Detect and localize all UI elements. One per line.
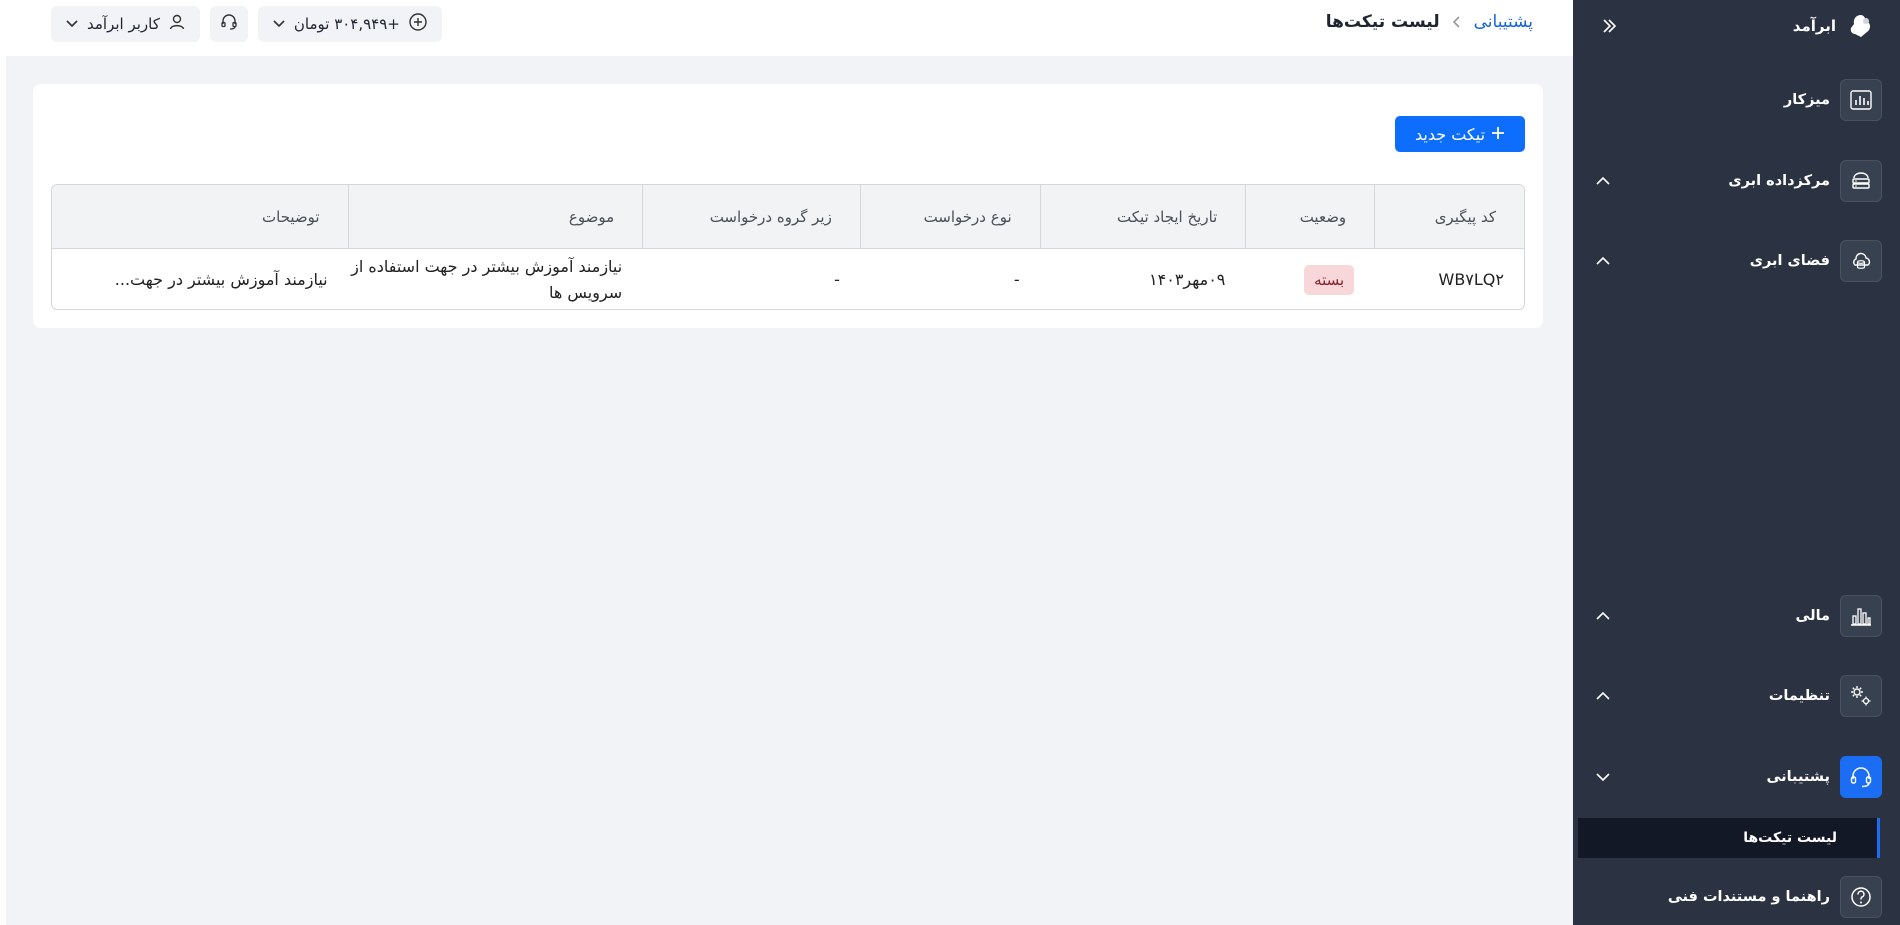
sidebar-item-help[interactable]: راهنما و مستندات فنی xyxy=(1591,875,1882,919)
sidebar-item-label: مالی xyxy=(1795,608,1830,624)
chevron-down-icon xyxy=(272,15,286,33)
plus-icon xyxy=(1491,125,1505,144)
gears-icon xyxy=(1840,675,1882,717)
ticket-description: نیازمند آموزش بیشتر در جهت... xyxy=(114,270,328,289)
chevron-up-icon[interactable] xyxy=(1591,604,1615,628)
main-area: پشتیبانی لیست تیکت‌ها کاربر ابرآمد xyxy=(6,0,1573,925)
sidebar-item-label: فضای ابری xyxy=(1749,253,1830,269)
column-header-status[interactable]: وضعیت xyxy=(1245,185,1374,248)
chevron-left-icon xyxy=(1452,15,1462,29)
chevron-down-icon xyxy=(65,15,79,33)
left-edge xyxy=(0,0,6,925)
headset-icon xyxy=(1840,756,1882,798)
headset-icon xyxy=(220,13,238,35)
collapse-sidebar-button[interactable] xyxy=(1597,14,1621,38)
chevron-down-icon[interactable] xyxy=(1591,765,1615,789)
sidebar-item-label: مرکزداده ابری xyxy=(1728,173,1830,189)
breadcrumb-parent-link[interactable]: پشتیبانی xyxy=(1474,12,1533,32)
wallet-balance-button[interactable]: +۳۰۴,۹۴۹ تومان xyxy=(257,6,442,42)
finance-chart-icon xyxy=(1840,595,1882,637)
status-badge: بسته xyxy=(1304,264,1355,295)
table-header: کد پیگیری وضعیت تاریخ ایجاد تیکت نوع درخ… xyxy=(52,185,1524,249)
sidebar-item-dashboard[interactable]: میزکار xyxy=(1591,78,1882,122)
column-header-subgroup[interactable]: زیر گروه درخواست xyxy=(642,185,860,248)
ticket-subject: نیازمند آموزش بیشتر در جهت استفاده از سر… xyxy=(351,256,623,302)
chevron-up-icon[interactable] xyxy=(1591,169,1615,193)
column-header-type[interactable]: نوع درخواست xyxy=(859,185,1040,248)
balance-amount: +۳۰۴,۹۴۹ تومان xyxy=(293,15,400,33)
column-header-subject[interactable]: موضوع xyxy=(347,185,643,248)
dashboard-chart-icon xyxy=(1840,79,1882,121)
new-ticket-label: تیکت جدید xyxy=(1414,124,1486,144)
ticket-code: WB۷LQ۲ xyxy=(1438,270,1505,289)
user-icon xyxy=(168,13,186,35)
datacenter-icon xyxy=(1840,160,1882,202)
sidebar-item-label: میزکار xyxy=(1783,92,1830,108)
sidebar-item-label: تنظیمات xyxy=(1768,688,1830,704)
help-icon xyxy=(1840,876,1882,918)
sidebar: ابرآمد میزکار مرکزداده ابری فضای ابری ما… xyxy=(1573,0,1900,925)
sidebar-item-datacenter[interactable]: مرکزداده ابری xyxy=(1591,159,1882,203)
column-header-code[interactable]: کد پیگیری xyxy=(1374,185,1524,248)
ticket-subgroup: - xyxy=(834,270,840,289)
breadcrumb: پشتیبانی لیست تیکت‌ها xyxy=(1326,10,1533,34)
ticket-type: - xyxy=(1013,270,1020,289)
sidebar-item-cloud-storage[interactable]: فضای ابری xyxy=(1591,239,1882,283)
top-actions: کاربر ابرآمد +۳۰۴,۹۴۹ تومان xyxy=(51,6,442,42)
sidebar-item-label: راهنما و مستندات فنی xyxy=(1667,889,1830,905)
column-header-description[interactable]: توضیحات xyxy=(52,185,348,248)
top-bar: پشتیبانی لیست تیکت‌ها کاربر ابرآمد xyxy=(6,0,1573,56)
sidebar-item-settings[interactable]: تنظیمات xyxy=(1591,674,1882,718)
sidebar-subitem-ticket-list[interactable]: لیست تیکت‌ها xyxy=(1578,818,1880,858)
new-ticket-button[interactable]: تیکت جدید xyxy=(1395,116,1525,152)
status-cell: بسته xyxy=(1245,249,1374,309)
logo-icon xyxy=(1846,11,1876,41)
sidebar-item-finance[interactable]: مالی xyxy=(1591,594,1882,638)
table-row[interactable]: WB۷LQ۲ بسته ۰۹مهر۱۴۰۳ - - نیازمند آموزش … xyxy=(52,249,1524,309)
page-title: لیست تیکت‌ها xyxy=(1325,12,1440,32)
ticket-date: ۰۹مهر۱۴۰۳ xyxy=(1149,270,1226,289)
tickets-card: تیکت جدید کد پیگیری وضعیت تاریخ ایجاد تی… xyxy=(33,84,1543,328)
support-button[interactable] xyxy=(209,6,248,42)
user-menu-button[interactable]: کاربر ابرآمد xyxy=(51,6,200,42)
tickets-table: کد پیگیری وضعیت تاریخ ایجاد تیکت نوع درخ… xyxy=(51,184,1525,310)
user-name: کاربر ابرآمد xyxy=(87,15,160,33)
plus-circle-icon xyxy=(408,12,428,36)
column-header-date[interactable]: تاریخ ایجاد تیکت xyxy=(1039,185,1246,248)
chevron-up-icon[interactable] xyxy=(1591,249,1615,273)
cloud-storage-icon xyxy=(1840,240,1882,282)
sidebar-item-label: پشتیبانی xyxy=(1766,769,1830,785)
chevron-up-icon[interactable] xyxy=(1591,684,1615,708)
brand: ابرآمد xyxy=(1597,6,1876,46)
sidebar-item-support[interactable]: پشتیبانی xyxy=(1591,755,1882,799)
brand-name: ابرآمد xyxy=(1792,17,1836,35)
